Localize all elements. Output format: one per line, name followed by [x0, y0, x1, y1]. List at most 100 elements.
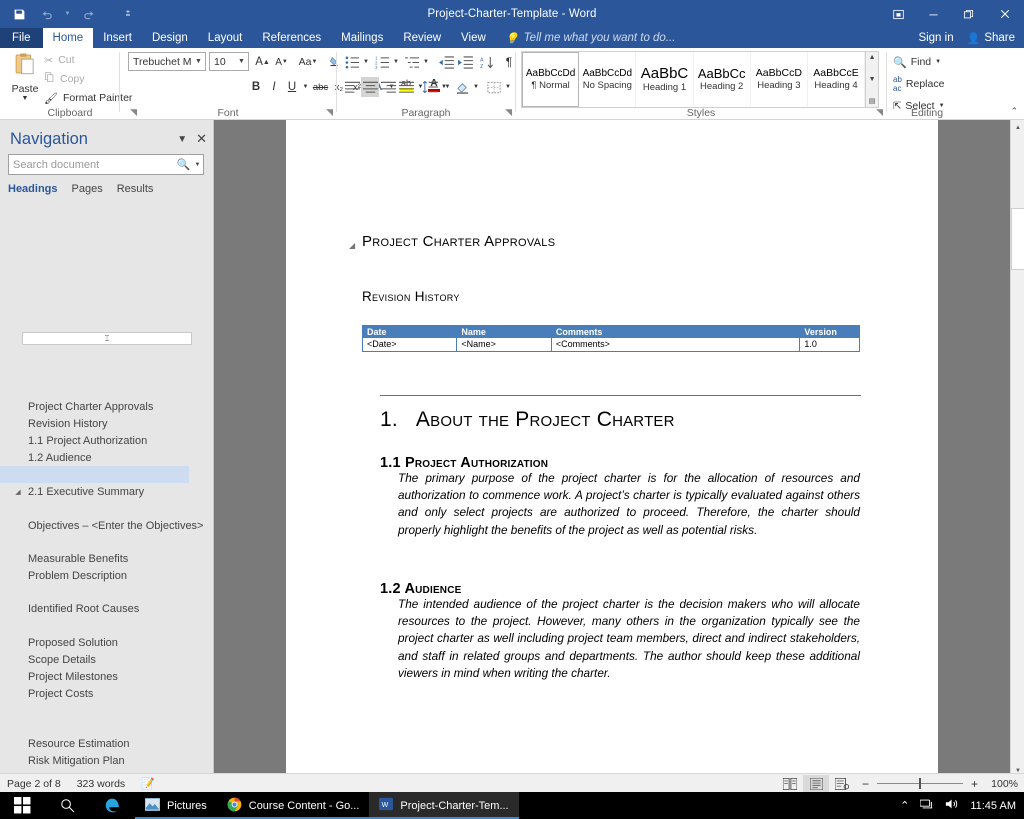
sign-in-button[interactable]: Sign in: [918, 32, 953, 44]
styles-scroll-down-icon[interactable]: ▼: [869, 75, 876, 84]
find-dropdown-icon[interactable]: ▼: [935, 59, 941, 65]
strikethrough-icon[interactable]: abc: [311, 77, 330, 97]
search-document-input[interactable]: Search document 🔍 ▼: [8, 154, 204, 175]
tell-me-search[interactable]: 💡 Tell me what you want to do...: [505, 28, 675, 48]
tab-file[interactable]: File: [0, 28, 43, 48]
nav-heading-proposed-solution[interactable]: Proposed Solution: [0, 634, 189, 651]
zoom-slider-track[interactable]: [877, 778, 963, 789]
nav-heading-project-costs[interactable]: Project Costs: [0, 685, 189, 702]
styles-more-icon[interactable]: ▤: [869, 97, 876, 106]
underline-dropdown-icon[interactable]: ▼: [300, 77, 311, 97]
nav-heading-measurable-benefits[interactable]: Measurable Benefits: [0, 550, 189, 567]
bullets-icon[interactable]: [343, 52, 361, 72]
styles-gallery-scroll[interactable]: ▲ ▼ ▤: [865, 52, 878, 107]
nav-heading-scope-details[interactable]: Scope Details: [0, 651, 189, 668]
tab-mailings[interactable]: Mailings: [331, 28, 393, 48]
restore-icon[interactable]: [951, 0, 986, 28]
show-hidden-icons-icon[interactable]: ⌃: [900, 799, 909, 812]
nav-heading-revision-history[interactable]: Revision History: [0, 415, 189, 432]
nav-tab-headings[interactable]: Headings: [8, 183, 72, 198]
shrink-font-icon[interactable]: A ▼: [272, 52, 291, 72]
taskbar-clock[interactable]: 11:45 AM: [970, 800, 1016, 812]
change-case-icon[interactable]: Aa ▼: [295, 52, 321, 72]
word-count-status[interactable]: 323 words: [77, 778, 125, 790]
nav-heading-objectives[interactable]: Objectives – <Enter the Objectives>: [0, 517, 203, 534]
document-vertical-scrollbar[interactable]: ▲ ▼: [1010, 120, 1024, 778]
tab-view[interactable]: View: [451, 28, 496, 48]
style-item-heading-2[interactable]: AaBbCc Heading 2: [694, 52, 751, 107]
close-icon[interactable]: [986, 0, 1024, 28]
justify-icon[interactable]: [397, 77, 415, 97]
nav-tab-pages[interactable]: Pages: [72, 183, 117, 198]
tab-references[interactable]: References: [252, 28, 331, 48]
ribbon-display-options-icon[interactable]: [881, 0, 916, 28]
tab-insert[interactable]: Insert: [93, 28, 142, 48]
zoom-in-button[interactable]: +: [970, 777, 979, 791]
align-left-icon[interactable]: [343, 77, 361, 97]
nav-heading-project-authorization[interactable]: 1.1 Project Authorization: [0, 432, 189, 449]
style-item-no-spacing[interactable]: AaBbCcDd No Spacing: [579, 52, 637, 107]
borders-icon[interactable]: [485, 77, 503, 97]
search-icon[interactable]: [45, 792, 90, 819]
scroll-up-icon[interactable]: ▲: [1011, 120, 1024, 135]
line-spacing-icon[interactable]: [421, 77, 439, 97]
align-center-icon[interactable]: [361, 77, 379, 97]
font-size-dropdown-icon[interactable]: ▼: [235, 58, 248, 65]
navigation-pane-close-icon[interactable]: ✕: [196, 131, 207, 147]
shading-icon[interactable]: [453, 77, 471, 97]
borders-dropdown-icon[interactable]: ▼: [503, 77, 513, 97]
sort-icon[interactable]: AZ: [478, 52, 496, 72]
print-layout-icon[interactable]: [803, 775, 829, 792]
nav-heading-project-charter-approvals[interactable]: Project Charter Approvals: [0, 398, 189, 415]
tab-review[interactable]: Review: [393, 28, 451, 48]
style-item-heading-1[interactable]: AaBbC Heading 1: [636, 52, 694, 107]
shading-dropdown-icon[interactable]: ▼: [471, 77, 481, 97]
style-item-normal[interactable]: AaBbCcDd ¶ Normal: [522, 52, 580, 107]
nav-tab-results[interactable]: Results: [117, 183, 168, 198]
share-button[interactable]: 👤 Share: [962, 32, 1020, 45]
styles-dialog-launcher[interactable]: ◥: [876, 107, 883, 118]
multilevel-dropdown-icon[interactable]: ▼: [421, 52, 431, 72]
page-number-status[interactable]: Page 2 of 8: [7, 778, 61, 790]
edge-browser-icon[interactable]: [90, 792, 135, 819]
document-page[interactable]: ◢ Project Charter Approvals Revision His…: [286, 120, 938, 778]
nav-heading-resource-estimation[interactable]: Resource Estimation: [0, 735, 189, 752]
heading-collapse-icon[interactable]: ◢: [349, 241, 355, 250]
expand-collapse-triangle-icon[interactable]: ◢: [14, 488, 22, 496]
zoom-slider-thumb[interactable]: [919, 778, 921, 789]
align-right-icon[interactable]: [379, 77, 397, 97]
styles-scroll-up-icon[interactable]: ▲: [869, 53, 876, 62]
font-name-box[interactable]: Trebuchet MS ▼: [128, 52, 206, 71]
tab-layout[interactable]: Layout: [198, 28, 253, 48]
navigation-pane-menu-icon[interactable]: ▼: [177, 134, 187, 145]
nav-heading-problem-description[interactable]: Problem Description: [0, 567, 189, 584]
tab-home[interactable]: Home: [42, 28, 94, 48]
font-dialog-launcher[interactable]: ◥: [326, 107, 333, 118]
tab-design[interactable]: Design: [142, 28, 198, 48]
style-item-heading-3[interactable]: AaBbCcD Heading 3: [751, 52, 808, 107]
nav-heading-risk-mitigation-plan[interactable]: Risk Mitigation Plan: [0, 752, 189, 769]
scrollbar-thumb[interactable]: [1011, 208, 1024, 270]
underline-icon[interactable]: U: [284, 77, 300, 97]
nav-heading-project-milestones[interactable]: Project Milestones: [0, 668, 189, 685]
grow-font-icon[interactable]: A ▲: [253, 52, 272, 72]
find-button[interactable]: 🔍 Find ▼: [893, 53, 945, 71]
proofing-errors-icon[interactable]: 📝: [141, 777, 155, 790]
read-mode-icon[interactable]: [777, 775, 803, 792]
decrease-indent-icon[interactable]: [437, 52, 455, 72]
italic-icon[interactable]: I: [266, 77, 282, 97]
font-size-box[interactable]: 10 ▼: [209, 52, 249, 71]
paragraph-dialog-launcher[interactable]: ◥: [505, 107, 512, 118]
search-options-dropdown-icon[interactable]: ▼: [192, 162, 203, 168]
bold-icon[interactable]: B: [248, 77, 264, 97]
paste-button[interactable]: Paste ▼: [6, 51, 44, 102]
volume-icon[interactable]: [945, 798, 959, 813]
network-icon[interactable]: [919, 798, 934, 813]
taskbar-item-course-content[interactable]: Course Content - Go...: [216, 792, 370, 819]
bullets-dropdown-icon[interactable]: ▼: [361, 52, 371, 72]
taskbar-item-word-document[interactable]: W Project-Charter-Tem...: [369, 792, 519, 819]
numbering-icon[interactable]: 123: [373, 52, 391, 72]
windows-start-icon[interactable]: [0, 792, 45, 819]
nav-heading-executive-summary[interactable]: ◢ 2.1 Executive Summary: [0, 483, 189, 500]
minimize-icon[interactable]: [916, 0, 951, 28]
